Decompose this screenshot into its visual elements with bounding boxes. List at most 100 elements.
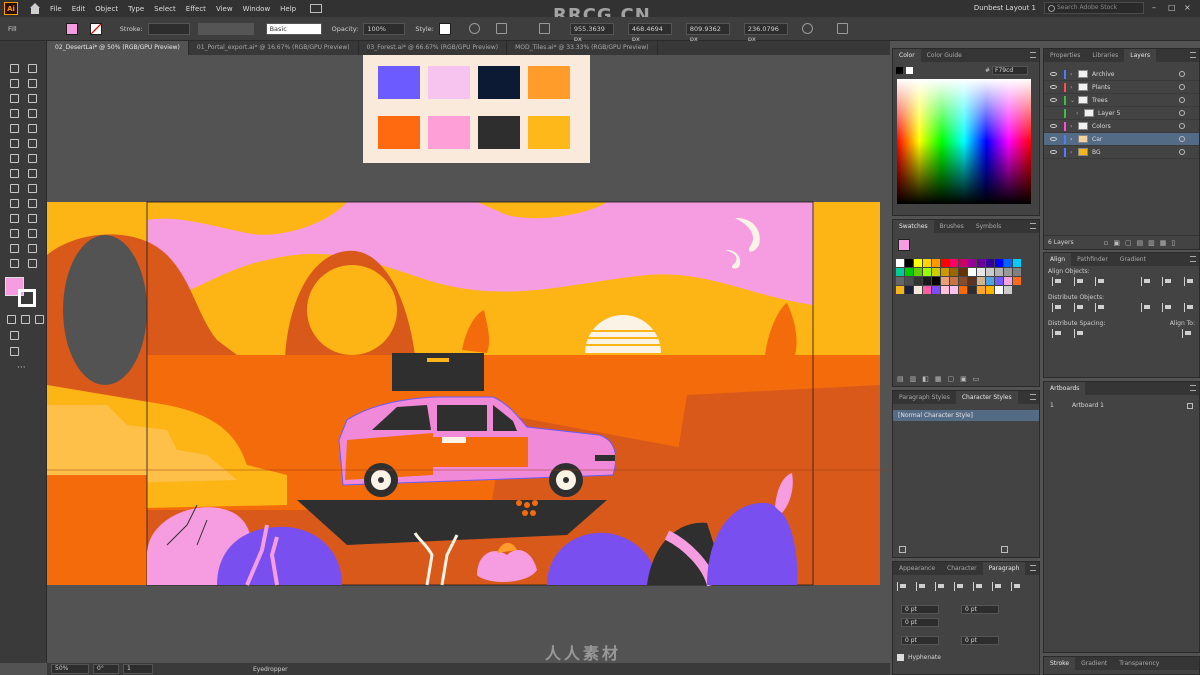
justify-all-icon[interactable]: [1011, 582, 1021, 591]
space-before-field[interactable]: 0 pt: [901, 636, 939, 645]
workspace-switcher[interactable]: Dunbest Layout 1: [974, 4, 1036, 12]
perspective-grid-tool-icon[interactable]: [26, 182, 38, 193]
hex-field[interactable]: F79cd: [992, 66, 1029, 75]
swatch[interactable]: [959, 268, 967, 276]
chevron-right-icon[interactable]: ›: [1070, 71, 1078, 78]
swatch[interactable]: [896, 286, 904, 294]
more-options-icon[interactable]: [801, 23, 813, 34]
swatch[interactable]: [905, 277, 913, 285]
fill-proxy-icon[interactable]: [896, 67, 903, 74]
selection-tool-icon[interactable]: [8, 62, 20, 73]
align-horizontal-center-icon[interactable]: [1073, 277, 1084, 286]
distribute-left-icon[interactable]: [1140, 303, 1151, 312]
swatch[interactable]: [968, 277, 976, 285]
swatch[interactable]: [968, 268, 976, 276]
search-stock-input[interactable]: Search Adobe Stock: [1044, 2, 1144, 14]
chevron-right-icon[interactable]: ›: [1070, 123, 1078, 130]
chevron-right-icon[interactable]: ›: [1070, 136, 1078, 143]
swatch[interactable]: [932, 286, 940, 294]
layer-row-layer5[interactable]: › Layer 5: [1044, 107, 1199, 120]
distribute-vcenter-icon[interactable]: [1073, 303, 1084, 312]
chevron-right-icon[interactable]: ›: [1070, 149, 1078, 156]
eye-icon[interactable]: [1050, 72, 1057, 76]
panel-menu-icon[interactable]: [1030, 394, 1036, 400]
zoom-tool-icon[interactable]: [26, 257, 38, 268]
menu-window[interactable]: Window: [243, 5, 271, 13]
graphic-style-swatch[interactable]: [438, 22, 451, 35]
palette-swatch[interactable]: [478, 66, 520, 99]
swatch[interactable]: [950, 286, 958, 294]
rotation-field[interactable]: 0°: [93, 664, 119, 674]
color-spectrum[interactable]: [897, 79, 1031, 204]
menu-type[interactable]: Type: [128, 5, 144, 13]
swatch[interactable]: [923, 286, 931, 294]
tab-layers[interactable]: Layers: [1124, 49, 1157, 62]
tab-brushes[interactable]: Brushes: [934, 220, 970, 233]
swatch[interactable]: [968, 259, 976, 267]
tab-gradient[interactable]: Gradient: [1114, 253, 1152, 266]
tab-tiles[interactable]: MOD_Tiles.ai* @ 33.33% (RGB/GPU Preview): [507, 41, 658, 55]
target-icon[interactable]: [1179, 149, 1185, 155]
swatch[interactable]: [905, 286, 913, 294]
panel-menu-icon[interactable]: [1030, 565, 1036, 571]
scale-tool-icon[interactable]: [26, 152, 38, 163]
distribute-bottom-icon[interactable]: [1095, 303, 1105, 312]
palette-swatch[interactable]: [428, 116, 470, 149]
tab-color[interactable]: Color: [893, 49, 921, 62]
none-mode-icon[interactable]: [33, 313, 45, 324]
swatch[interactable]: [995, 268, 1003, 276]
swatch[interactable]: [950, 268, 958, 276]
eraser-tool-icon[interactable]: [26, 137, 38, 148]
eye-icon[interactable]: [1050, 150, 1057, 154]
opacity-field[interactable]: 100%: [363, 22, 406, 35]
align-top-edge-icon[interactable]: [1140, 277, 1151, 286]
swatch[interactable]: [896, 268, 904, 276]
tab-character-styles[interactable]: Character Styles: [955, 391, 1018, 404]
align-icon[interactable]: [495, 23, 507, 34]
rectangle-tool-icon[interactable]: [8, 122, 20, 133]
line-tool-icon[interactable]: [26, 107, 38, 118]
stroke-swatch[interactable]: [89, 22, 102, 35]
distribute-vspace-icon[interactable]: [1052, 329, 1062, 338]
paintbrush-tool-icon[interactable]: [26, 122, 38, 133]
panel-menu-icon[interactable]: [1030, 52, 1036, 58]
align-right-edge-icon[interactable]: [1095, 277, 1105, 286]
swatch[interactable]: [1013, 259, 1021, 267]
swatch[interactable]: [986, 286, 994, 294]
align-bottom-edge-icon[interactable]: [1183, 277, 1194, 286]
stroke-weight-field[interactable]: [147, 22, 190, 35]
swatch[interactable]: [923, 268, 931, 276]
align-left-edge-icon[interactable]: [1052, 277, 1062, 286]
swatch[interactable]: [1004, 259, 1012, 267]
width-tool-icon[interactable]: [8, 167, 20, 178]
tab-portal[interactable]: 01_Portal_export.ai* @ 16.67% (RGB/GPU P…: [189, 41, 359, 55]
target-icon[interactable]: [1179, 97, 1185, 103]
swatch[interactable]: [950, 277, 958, 285]
target-icon[interactable]: [1179, 84, 1185, 90]
brush-definition-field[interactable]: Basic: [265, 22, 322, 35]
shape-builder-tool-icon[interactable]: [8, 182, 20, 193]
swatch[interactable]: [941, 286, 949, 294]
panel-menu-icon[interactable]: [1190, 52, 1196, 58]
space-after-field[interactable]: 0 pt: [961, 636, 999, 645]
align-to-selection-icon[interactable]: [1182, 329, 1192, 338]
palette-swatch[interactable]: [378, 66, 420, 99]
artboard-options-icon[interactable]: [1187, 402, 1193, 409]
palette-swatch[interactable]: [528, 116, 570, 149]
swatch[interactable]: [932, 259, 940, 267]
tab-character[interactable]: Character: [941, 562, 983, 575]
menu-effect[interactable]: Effect: [186, 5, 206, 13]
target-icon[interactable]: [1179, 71, 1185, 77]
panel-menu-icon[interactable]: [1190, 256, 1196, 262]
home-icon[interactable]: [28, 2, 42, 15]
swatch[interactable]: [977, 268, 985, 276]
swatch[interactable]: [914, 259, 922, 267]
canvas[interactable]: [47, 55, 890, 663]
artboard-row[interactable]: 1 Artboard 1: [1044, 399, 1199, 412]
transform-icon[interactable]: [538, 23, 550, 34]
tab-stroke[interactable]: Stroke: [1044, 657, 1076, 670]
align-vertical-center-icon[interactable]: [1162, 277, 1172, 286]
direct-selection-tool-icon[interactable]: [26, 62, 38, 73]
lasso-tool-icon[interactable]: [26, 77, 38, 88]
swatch[interactable]: [959, 286, 967, 294]
